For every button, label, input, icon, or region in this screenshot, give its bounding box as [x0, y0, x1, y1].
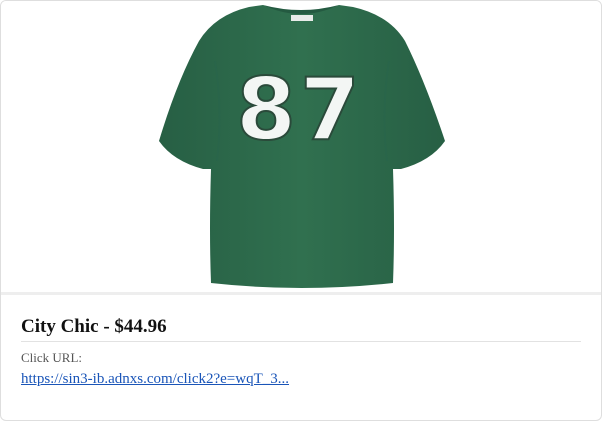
neck-tag	[291, 15, 313, 21]
product-card: 87 City Chic - $44.96 Click URL: https:/…	[0, 0, 602, 421]
product-title[interactable]: City Chic - $44.96	[21, 315, 581, 342]
click-url-link[interactable]: https://sin3-ib.adnxs.com/click2?e=wqT_3…	[21, 370, 289, 388]
ad-details: City Chic - $44.96 Click URL: https://si…	[21, 315, 581, 388]
shirt-number: 87	[236, 60, 364, 160]
image-divider	[1, 292, 601, 295]
click-url-label: Click URL:	[21, 350, 83, 365]
product-image[interactable]: 87	[1, 1, 601, 293]
